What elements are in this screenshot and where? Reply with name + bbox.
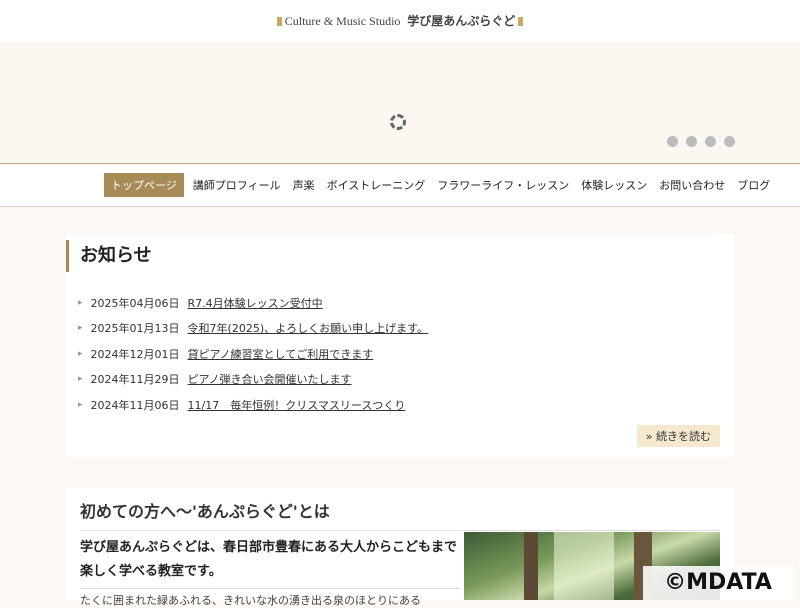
watermark: ©MDATA: [643, 566, 793, 600]
slider-dot[interactable]: [686, 136, 697, 147]
news-date: 2024年11月06日: [90, 398, 180, 412]
loading-spinner-icon: [390, 114, 406, 130]
bullet-icon: ▸: [78, 297, 83, 308]
news-link[interactable]: 令和7年(2025)、よろしくお願い申し上げます。: [188, 320, 428, 336]
logo-square-icon: [518, 17, 524, 26]
read-more-button[interactable]: » 続きを読む: [636, 425, 720, 447]
site-logo[interactable]: Culture & Music Studio 学び屋あんぷらぐど: [0, 12, 800, 29]
intro-body-text: たくに囲まれた緑あふれる、きれいな水の湧き出る泉のほとりにある: [80, 594, 421, 607]
news-link[interactable]: ピアノ弾き合い会開催いたします: [188, 371, 352, 387]
intro-lead-text: 学び屋あんぷらぐどは、春日部市豊春にある大人からこどもまで楽しく学べる教室です。: [80, 536, 460, 589]
news-section: お知らせ ▸ 2025年04月06日 R7.4月体験レッスン受付中 ▸ 2025…: [66, 234, 734, 458]
intro-heading: 初めての方へ～'あんぷらぐど'とは: [80, 498, 720, 531]
news-item: ▸ 2024年11月29日 ピアノ弾き合い会開催いたします: [78, 367, 718, 393]
nav-item-top[interactable]: トップページ: [104, 173, 184, 197]
news-link[interactable]: 貸ピアノ練習室としてご利用できます: [188, 346, 374, 362]
hero-slider: [0, 42, 800, 163]
news-item: ▸ 2024年12月01日 貸ピアノ練習室としてご利用できます: [78, 341, 718, 367]
slider-dot[interactable]: [705, 136, 716, 147]
news-heading: お知らせ: [66, 240, 152, 272]
bullet-icon: ▸: [78, 323, 83, 334]
nav-item-vocal[interactable]: 声楽: [287, 173, 321, 197]
news-item: ▸ 2025年04月06日 R7.4月体験レッスン受付中: [78, 290, 718, 316]
bullet-icon: ▸: [78, 399, 83, 410]
slider-dot[interactable]: [667, 136, 678, 147]
nav-item-trial-lesson[interactable]: 体験レッスン: [575, 173, 653, 197]
news-date: 2025年01月13日: [90, 322, 180, 336]
global-nav: トップページ 講師プロフィール 声楽 ボイストレーニング フラワーライフ・レッス…: [0, 163, 800, 207]
nav-item-blog[interactable]: ブログ: [731, 173, 776, 197]
news-link[interactable]: R7.4月体験レッスン受付中: [188, 295, 323, 311]
bullet-icon: ▸: [78, 348, 83, 359]
bullet-icon: ▸: [78, 374, 83, 385]
nav-item-voice-training[interactable]: ボイストレーニング: [321, 173, 432, 197]
news-date: 2025年04月06日: [90, 296, 180, 310]
news-item: ▸ 2025年01月13日 令和7年(2025)、よろしくお願い申し上げます。: [78, 316, 718, 342]
logo-square-icon: [276, 17, 282, 26]
nav-item-flower-life[interactable]: フラワーライフ・レッスン: [431, 173, 575, 197]
intro-section: 初めての方へ～'あんぷらぐど'とは 学び屋あんぷらぐどは、春日部市豊春にある大人…: [66, 488, 734, 607]
slider-pagination: [667, 136, 735, 147]
news-date: 2024年11月29日: [90, 373, 180, 387]
news-list: ▸ 2025年04月06日 R7.4月体験レッスン受付中 ▸ 2025年01月1…: [78, 290, 718, 418]
logo-japanese-text: 学び屋あんぷらぐど: [407, 14, 516, 28]
site-header: Culture & Music Studio 学び屋あんぷらぐど: [0, 0, 800, 42]
news-link[interactable]: 11/17 毎年恒例！クリスマスリースつくり: [188, 397, 406, 413]
logo-english-text: Culture & Music Studio: [284, 14, 401, 28]
news-date: 2024年12月01日: [90, 347, 180, 361]
news-item: ▸ 2024年11月06日 11/17 毎年恒例！クリスマスリースつくり: [78, 392, 718, 418]
nav-item-profile[interactable]: 講師プロフィール: [187, 173, 287, 197]
slider-dot[interactable]: [724, 136, 735, 147]
nav-item-contact[interactable]: お問い合わせ: [653, 173, 731, 197]
